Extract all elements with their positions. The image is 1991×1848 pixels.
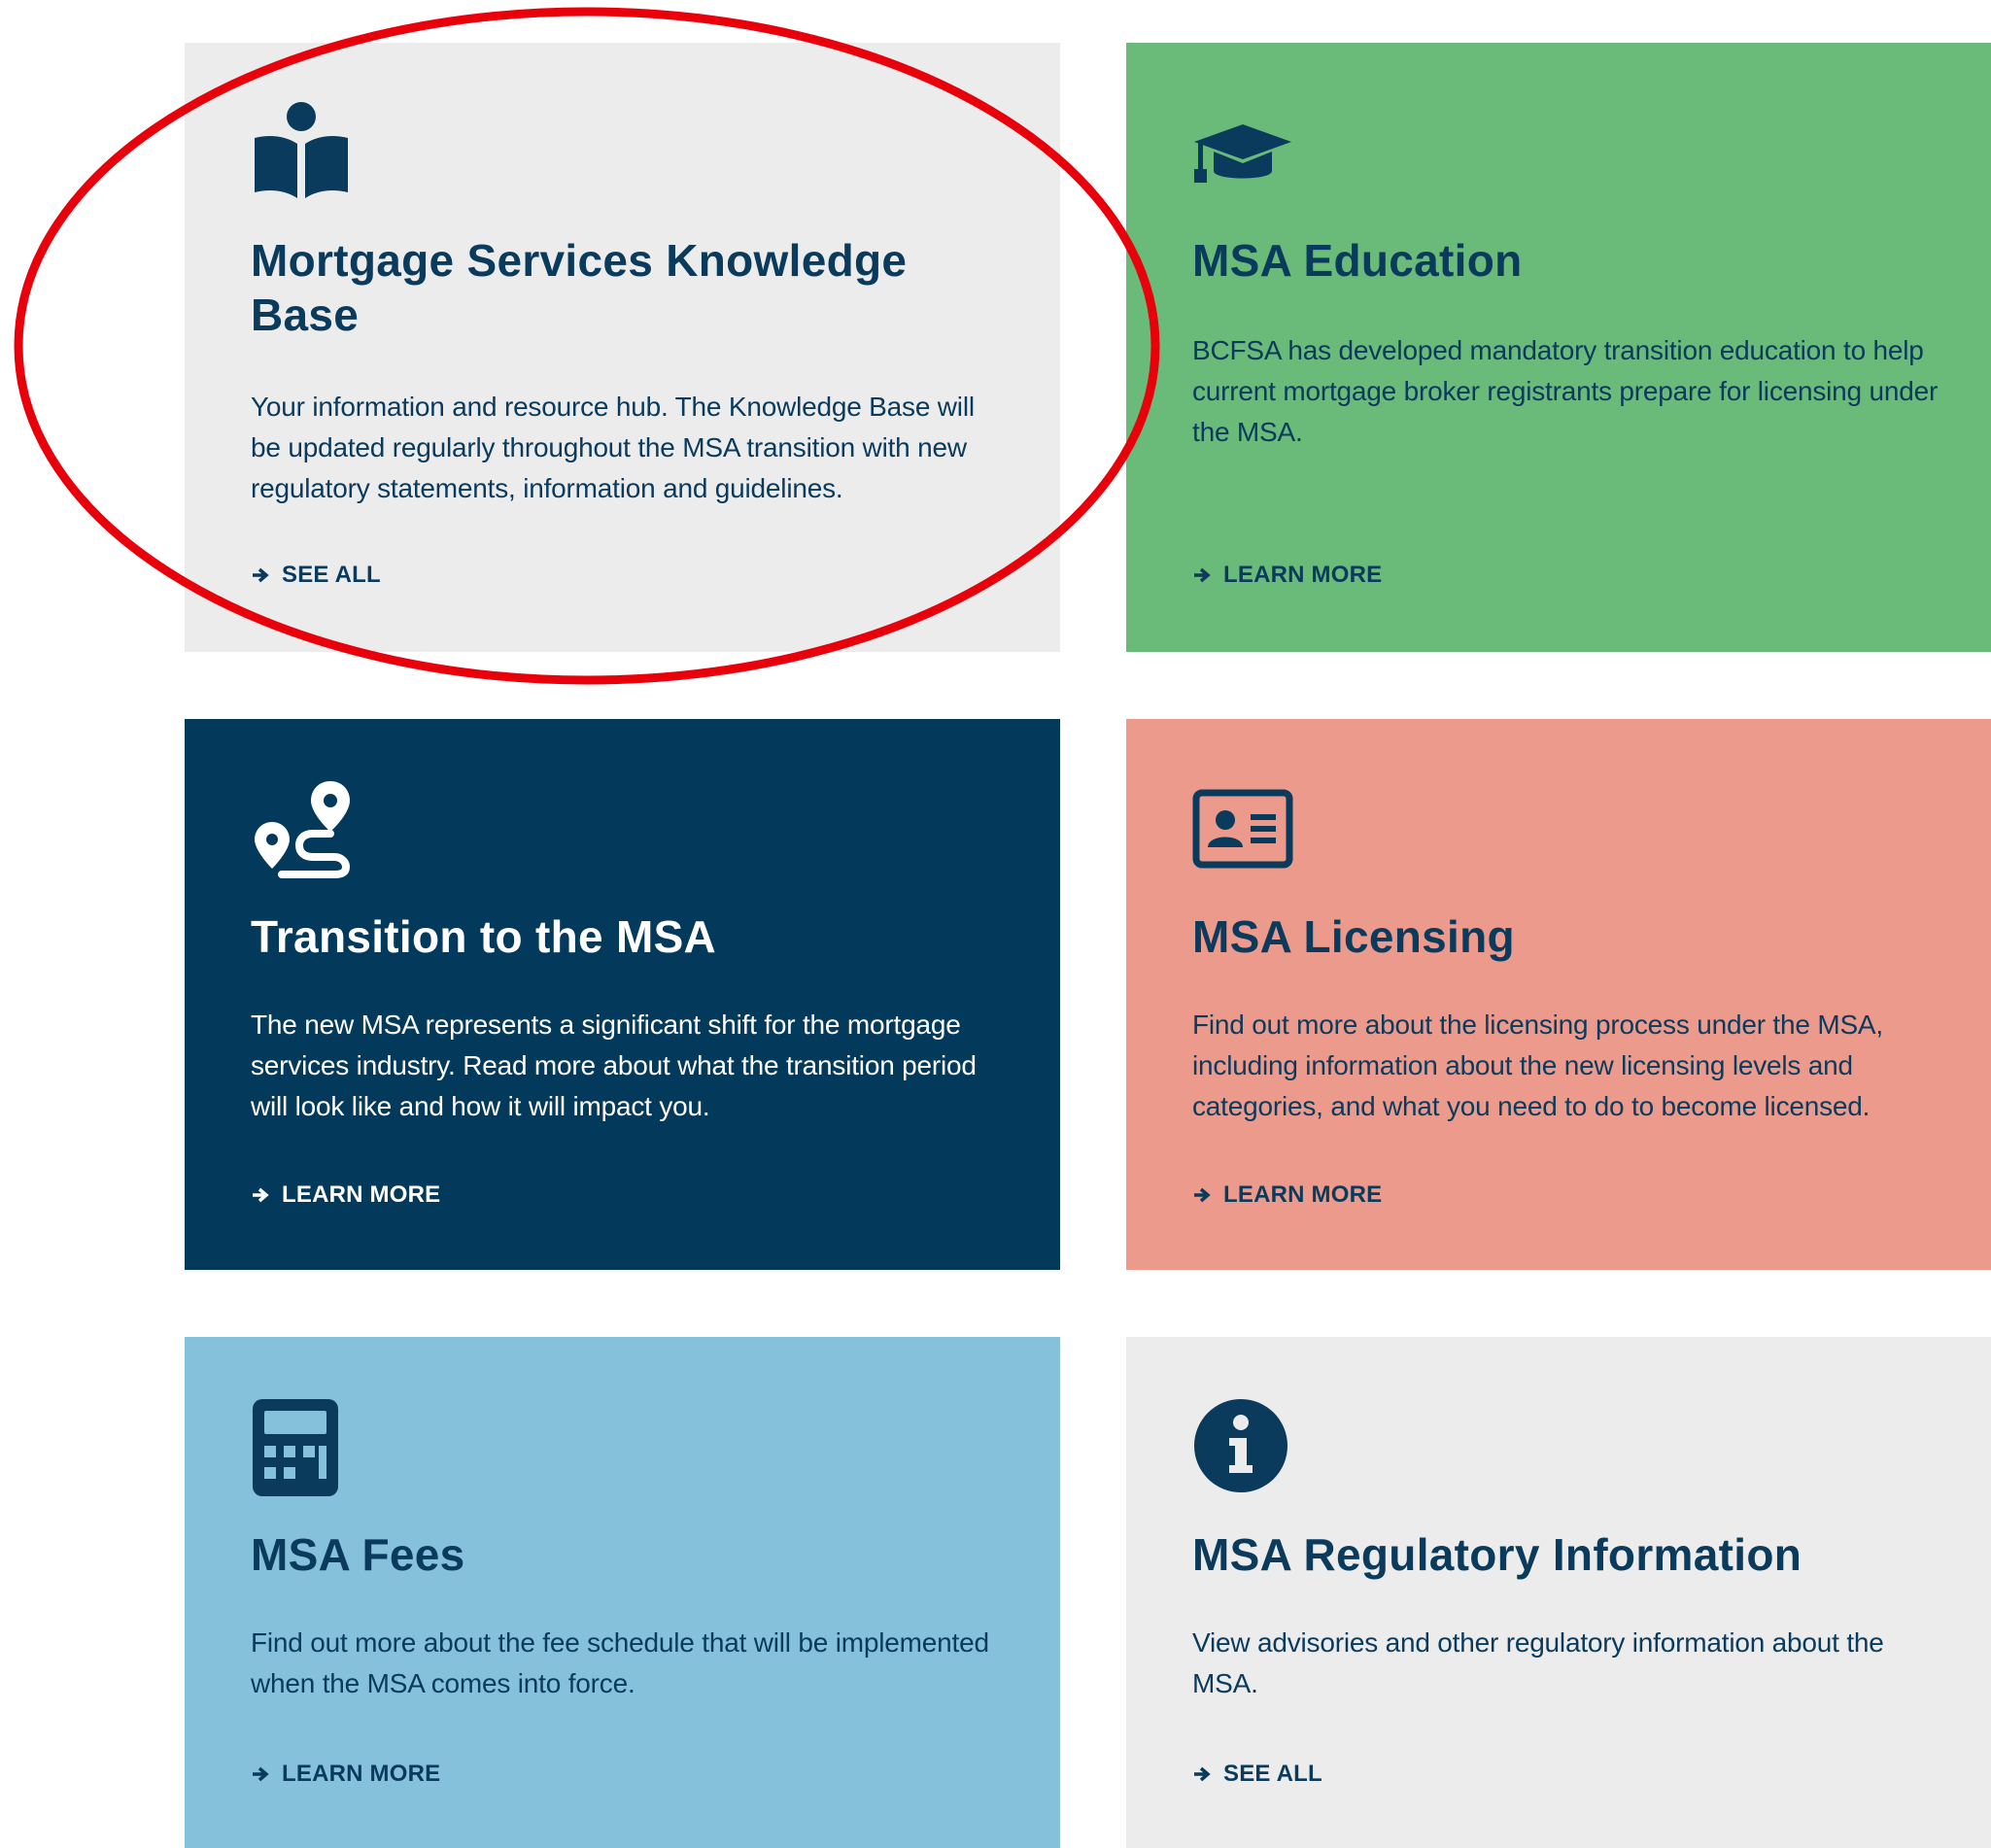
- learn-more-link[interactable]: LEARN MORE: [1192, 562, 1382, 589]
- arrow-right-icon: [251, 1764, 270, 1784]
- arrow-right-icon: [251, 565, 270, 585]
- see-all-link[interactable]: SEE ALL: [1192, 1761, 1322, 1788]
- card-education: MSA Education BCFSA has developed mandat…: [1126, 43, 1991, 652]
- card-licensing: MSA Licensing Find out more about the li…: [1126, 719, 1991, 1270]
- card-title: Transition to the MSA: [251, 911, 717, 962]
- card-title: Mortgage Services Knowledge Base: [251, 235, 908, 340]
- card-description: Your information and resource hub. The K…: [251, 392, 975, 503]
- reader-book-icon: [251, 99, 352, 200]
- card-title: MSA Education: [1192, 235, 1523, 286]
- card-title: MSA Licensing: [1192, 911, 1515, 962]
- id-card-icon: [1192, 789, 1293, 869]
- card-knowledge-base: Mortgage Services Knowledge Base Your in…: [185, 43, 1060, 652]
- calculator-icon: [251, 1397, 340, 1498]
- card-description: Find out more about the fee schedule tha…: [251, 1627, 989, 1698]
- card-transition: Transition to the MSA The new MSA repres…: [185, 719, 1060, 1270]
- card-regulatory-information: MSA Regulatory Information View advisori…: [1126, 1337, 1991, 1848]
- arrow-right-icon: [1192, 1185, 1212, 1205]
- card-description: Find out more about the licensing proces…: [1192, 1010, 1883, 1121]
- arrow-right-icon: [1192, 1764, 1212, 1784]
- learn-more-label: LEARN MORE: [282, 1181, 441, 1208]
- card-description: BCFSA has developed mandatory transition…: [1192, 335, 1939, 447]
- card-description: The new MSA represents a significant shi…: [251, 1010, 977, 1121]
- card-fees: MSA Fees Find out more about the fee sch…: [185, 1337, 1060, 1848]
- see-all-link[interactable]: SEE ALL: [251, 562, 381, 589]
- route-icon: [251, 777, 352, 878]
- info-circle-icon: [1192, 1397, 1289, 1494]
- learn-more-label: LEARN MORE: [282, 1761, 441, 1787]
- arrow-right-icon: [1192, 565, 1212, 585]
- see-all-label: SEE ALL: [1223, 1761, 1322, 1787]
- card-title: MSA Regulatory Information: [1192, 1529, 1802, 1580]
- learn-more-link[interactable]: LEARN MORE: [1192, 1181, 1382, 1209]
- page: Mortgage Services Knowledge Base Your in…: [0, 0, 1991, 1848]
- see-all-label: SEE ALL: [282, 562, 381, 588]
- learn-more-link[interactable]: LEARN MORE: [251, 1181, 440, 1209]
- learn-more-link[interactable]: LEARN MORE: [251, 1761, 440, 1788]
- graduation-cap-icon: [1192, 120, 1293, 188]
- learn-more-label: LEARN MORE: [1223, 1181, 1383, 1208]
- card-description: View advisories and other regulatory inf…: [1192, 1627, 1884, 1698]
- learn-more-label: LEARN MORE: [1223, 562, 1383, 588]
- card-title: MSA Fees: [251, 1529, 465, 1580]
- arrow-right-icon: [251, 1185, 270, 1205]
